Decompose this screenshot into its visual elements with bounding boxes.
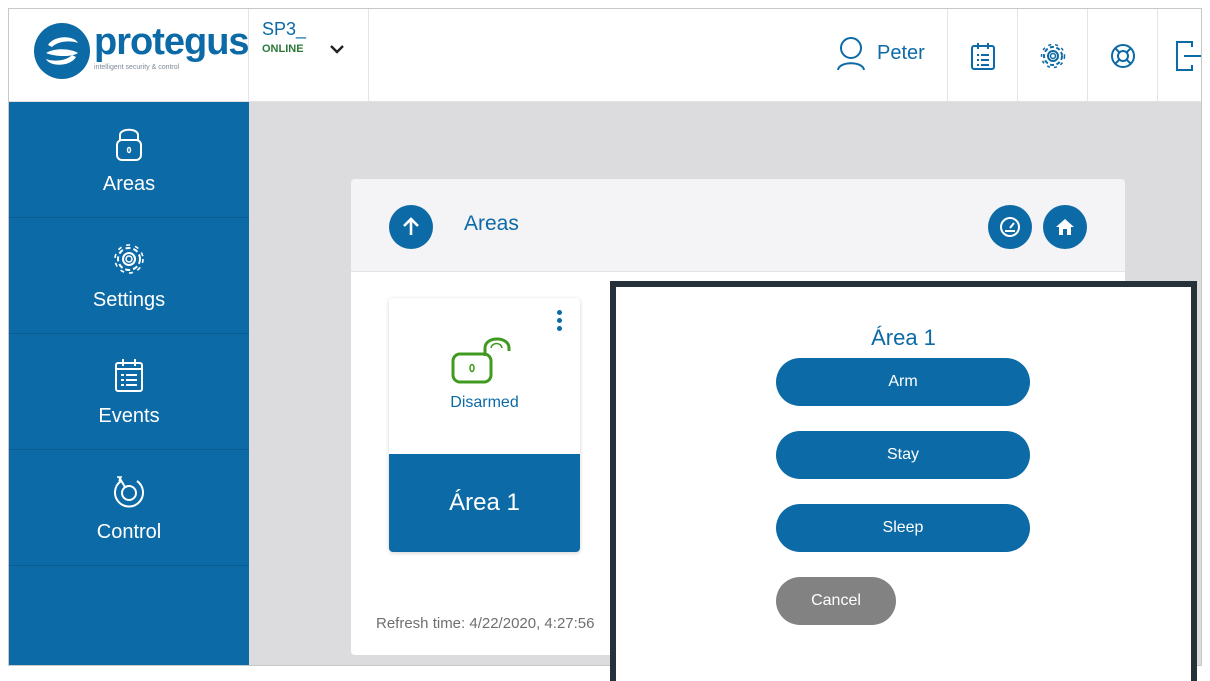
lifebuoy-icon [1110,43,1135,68]
stay-button[interactable]: Stay [776,431,1030,479]
brand-name: protegus [94,21,250,63]
up-button[interactable] [389,205,433,249]
dashboard-button[interactable] [988,205,1032,249]
sidebar-item-label: Control [96,521,162,543]
calendar-icon [970,42,995,70]
gauge-icon [1000,217,1020,237]
area-status: Disarmed [450,394,519,411]
gear-icon [114,244,144,274]
events-toolbar-button[interactable] [947,9,1017,102]
brand-tagline: intelligent security & control [94,64,180,71]
more-options-icon[interactable] [552,310,566,340]
logout-toolbar-button[interactable] [1157,9,1201,102]
gear-icon [1040,43,1065,68]
site-name: SP3_ [262,19,307,39]
area-action-dialog: Área 1 Arm Stay Sleep Cancel [610,281,1197,681]
site-status-badge: ONLINE [262,43,304,55]
sidebar-item-label: Settings [92,289,166,311]
control-icon [114,476,144,508]
top-bar: protegus intelligent security & control … [9,9,1201,102]
site-selector[interactable]: SP3_ ONLINE [249,9,369,102]
sleep-button[interactable]: Sleep [776,504,1030,552]
logout-icon [1176,40,1201,71]
unlocked-padlock-icon [451,337,511,384]
sidebar-item-label: Events [98,405,160,427]
user-name: Peter [877,41,925,64]
sidebar-item-control[interactable]: Control [9,450,249,566]
brand-logo[interactable]: protegus intelligent security & control [9,9,250,102]
cancel-button[interactable]: Cancel [776,577,896,625]
logo-mark-icon [34,23,90,79]
arrow-up-icon [403,217,419,235]
user-menu[interactable]: Peter [835,33,925,73]
sidebar: Areas Settings Events Control [9,102,249,665]
home-icon [1056,219,1074,235]
settings-toolbar-button[interactable] [1017,9,1087,102]
help-toolbar-button[interactable] [1087,9,1157,102]
calendar-icon [115,359,143,392]
panel-title: Areas [464,212,519,235]
dialog-title: Área 1 [871,325,936,350]
sidebar-item-areas[interactable]: Areas [9,102,249,218]
sidebar-item-settings[interactable]: Settings [9,218,249,334]
area-name: Área 1 [389,454,580,552]
sidebar-item-events[interactable]: Events [9,334,249,450]
refresh-time: Refresh time: 4/22/2020, 4:27:56 [376,615,595,632]
panel-header: Areas [351,179,1125,272]
chevron-down-icon [330,45,344,54]
lock-icon [116,128,142,161]
sidebar-item-label: Areas [102,173,156,195]
home-button[interactable] [1043,205,1087,249]
user-icon [837,37,865,71]
arm-button[interactable]: Arm [776,358,1030,406]
area-card[interactable]: Disarmed Área 1 [389,298,580,552]
